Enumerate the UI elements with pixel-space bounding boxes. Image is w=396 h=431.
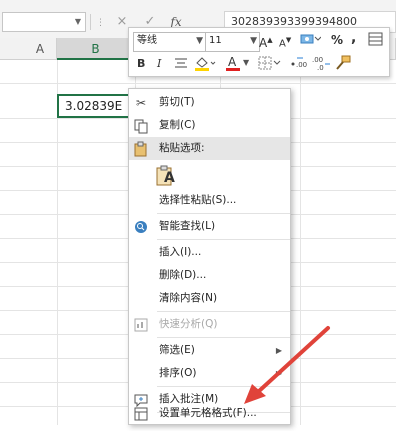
accounting-format-button[interactable] (299, 31, 322, 47)
font-name-value: 等线 (137, 35, 157, 46)
fill-color-button[interactable] (193, 54, 217, 72)
menu-item-label: 设置单元格格式(F)... (159, 407, 257, 419)
menu-item-quick-analysis: 快速分析(Q) (129, 313, 290, 336)
menu-item-sort[interactable]: 排序(O) ▶ (129, 362, 290, 385)
paste-option-keep-source[interactable]: A (155, 165, 177, 187)
increase-decimal-icon: .00 (291, 57, 307, 69)
align-center-button[interactable] (173, 55, 189, 71)
menu-item-format-cells-row[interactable]: 设置单元格格式(F)... (129, 402, 290, 425)
font-color-button[interactable]: A ▼ (225, 54, 251, 72)
menu-item-label: 选择性粘贴(S)... (159, 194, 237, 206)
menu-item-smart-lookup[interactable]: 智能查找(L) (129, 215, 290, 238)
column-b-label: B (91, 42, 100, 56)
menu-item-copy[interactable]: 复制(C) (129, 114, 290, 137)
decrease-decimal-icon: .00 .0 (312, 56, 330, 72)
menu-item-label: 智能查找(L) (159, 220, 216, 232)
svg-text:.00: .00 (296, 61, 307, 69)
table-icon (368, 32, 383, 46)
font-size-combo[interactable]: 11 ▼ (205, 32, 260, 52)
menu-item-label: 插入(I)... (159, 246, 202, 258)
divider (90, 14, 91, 30)
menu-item-paste-special[interactable]: 选择性粘贴(S)... (129, 189, 290, 212)
copy-icon (133, 118, 149, 134)
percent-button[interactable]: % (331, 32, 343, 48)
menu-item-clear-contents[interactable]: 清除内容(N) (129, 287, 290, 310)
menu-item-label: 复制(C) (159, 119, 196, 131)
font-color-swatch (226, 68, 240, 71)
clipboard-icon (133, 141, 149, 157)
column-header-a[interactable]: A (0, 38, 57, 60)
chevron-down-icon[interactable]: ▼ (250, 33, 257, 49)
menu-separator (157, 311, 290, 312)
menu-separator (157, 337, 290, 338)
font-name-combo[interactable]: 等线 ▼ (133, 32, 206, 52)
mini-toolbar: 等线 ▼ 11 ▼ A▲ A▼ % , B I A ▼ .00 .00 .0 (128, 27, 390, 77)
format-cells-icon (133, 406, 149, 422)
grow-font-button[interactable]: A▲ (259, 32, 273, 51)
decrease-decimal-button[interactable]: .00 .0 (311, 55, 331, 72)
increase-decimal-button[interactable]: .00 (289, 55, 309, 71)
bold-button[interactable]: B (137, 56, 145, 72)
menu-item-label: 删除(D)... (159, 269, 207, 281)
borders-button[interactable] (257, 55, 283, 71)
name-box[interactable]: ▼ (2, 12, 86, 32)
format-painter-grid-button[interactable] (367, 31, 385, 47)
italic-button[interactable]: I (157, 56, 161, 72)
align-center-icon (175, 58, 187, 68)
menu-item-paste-options: 粘贴选项: (129, 137, 290, 160)
menu-separator (157, 213, 290, 214)
comma-button[interactable]: , (351, 30, 356, 46)
currency-icon (300, 34, 322, 44)
menu-item-label: 筛选(E) (159, 344, 195, 356)
gridline (0, 83, 396, 84)
menu-item-label: 粘贴选项: (159, 142, 205, 154)
column-header-b[interactable]: B (57, 38, 135, 60)
paste-option-letter: A (164, 170, 175, 186)
chevron-right-icon: ▶ (275, 369, 282, 378)
smart-lookup-icon (133, 219, 149, 235)
paintbrush-icon (336, 55, 351, 70)
chevron-down-icon[interactable]: ▼ (196, 33, 203, 49)
menu-item-insert[interactable]: 插入(I)... (129, 241, 290, 264)
menu-item-label: 排序(O) (159, 367, 197, 379)
gridline (300, 60, 301, 425)
menu-separator (157, 386, 290, 387)
context-menu: ✂ 剪切(T) 复制(C) 粘贴选项: A 选择性粘贴(S)... 智能查找(L… (128, 88, 291, 425)
menu-item-label: 快速分析(Q) (159, 318, 218, 330)
chevron-down-icon[interactable]: ▼ (75, 17, 81, 26)
menu-item-label: 清除内容(N) (159, 292, 218, 304)
menu-item-cut[interactable]: ✂ 剪切(T) (129, 91, 290, 114)
shrink-font-button[interactable]: A▼ (279, 32, 291, 52)
font-size-value: 11 (209, 35, 222, 46)
chevron-right-icon: ▶ (275, 346, 282, 355)
chevron-down-icon[interactable]: ▼ (243, 55, 249, 71)
svg-text:.00: .00 (312, 56, 323, 64)
more-icon: ⋮ (96, 18, 105, 28)
quick-analysis-icon (133, 317, 149, 333)
active-cell-b2[interactable]: 3.02839E (57, 94, 135, 118)
scissors-icon: ✂ (135, 96, 147, 110)
column-a-label: A (35, 42, 45, 56)
paint-bucket-icon (195, 57, 216, 71)
svg-text:.0: .0 (317, 64, 324, 71)
borders-icon (258, 56, 281, 70)
menu-item-delete[interactable]: 删除(D)... (129, 264, 290, 287)
menu-separator (157, 239, 290, 240)
menu-item-label: 剪切(T) (159, 96, 195, 108)
menu-item-filter[interactable]: 筛选(E) ▶ (129, 339, 290, 362)
format-painter-button[interactable] (333, 54, 353, 72)
